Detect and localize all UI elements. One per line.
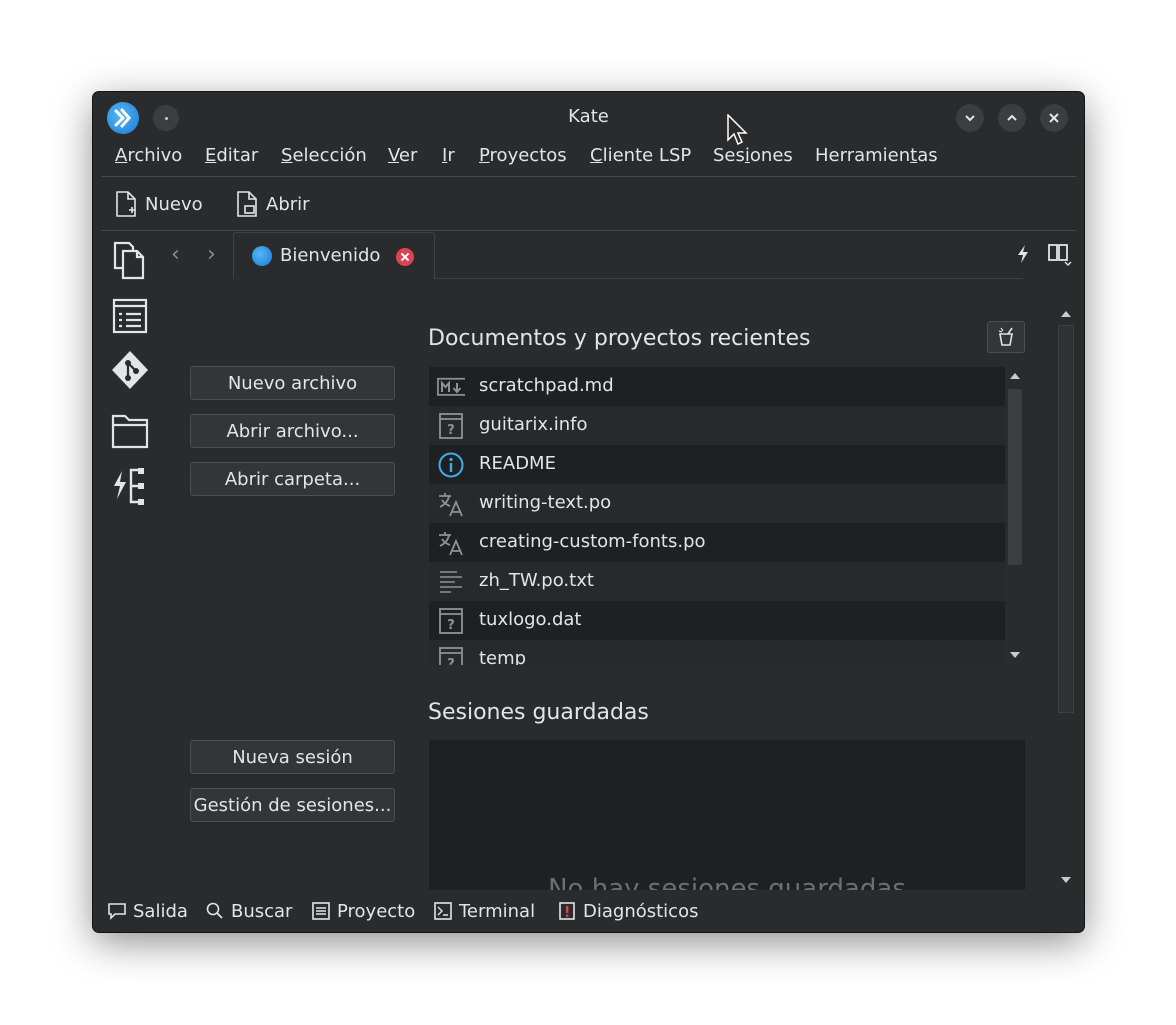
symbol-list-icon[interactable]	[111, 297, 149, 337]
chat-icon	[108, 903, 126, 920]
open-document-button[interactable]: Abrir	[236, 188, 310, 220]
scroll-up-icon[interactable]	[1060, 310, 1072, 318]
warning-icon	[559, 902, 575, 920]
project-tab[interactable]: Proyecto	[311, 898, 415, 924]
text-file-icon	[440, 571, 462, 593]
search-icon	[206, 902, 223, 919]
new-document-button[interactable]: Nuevo	[115, 188, 203, 220]
translation-icon	[439, 493, 463, 517]
menu-separator	[101, 176, 1076, 177]
unknown-file-icon: ?	[439, 647, 463, 665]
list-item[interactable]: zh_TW.po.txt	[429, 562, 1005, 601]
output-tab[interactable]: Salida	[107, 898, 188, 924]
clear-recent-button[interactable]	[987, 321, 1025, 353]
svg-text:?: ?	[447, 423, 455, 438]
unknown-file-icon: ?	[439, 608, 463, 634]
tab-bienvenido[interactable]: Bienvenido	[233, 232, 435, 279]
title-bar[interactable]: Kate	[93, 92, 1084, 142]
minimize-button[interactable]	[956, 104, 984, 132]
maximize-button[interactable]	[998, 104, 1026, 132]
new-session-button[interactable]: Nueva sesión	[190, 740, 395, 774]
recent-documents-title: Documentos y proyectos recientes	[428, 326, 811, 351]
search-tab[interactable]: Buscar	[205, 898, 292, 924]
open-folder-button[interactable]: Abrir carpeta...	[190, 462, 395, 496]
new-document-label: Nuevo	[145, 193, 203, 215]
kate-tab-icon	[252, 246, 272, 266]
git-icon[interactable]	[111, 350, 149, 390]
kate-window: Kate Archivo Editar Selección Ver Ir Pro…	[93, 92, 1084, 932]
diagnostics-tab[interactable]: Diagnósticos	[557, 898, 698, 924]
saved-sessions-list[interactable]: No hay sesiones guardadas	[429, 740, 1025, 890]
menu-cliente-lsp[interactable]: Cliente LSP	[590, 145, 691, 166]
menu-editar[interactable]: Editar	[205, 145, 258, 166]
scroll-handle[interactable]	[1008, 389, 1022, 565]
svg-text:?: ?	[447, 618, 455, 633]
open-document-icon	[237, 191, 257, 217]
close-button[interactable]	[1040, 104, 1068, 132]
info-icon	[438, 452, 464, 478]
menu-archivo[interactable]: Archivo	[115, 145, 182, 166]
list-item[interactable]: writing-text.po	[429, 484, 1005, 523]
recent-list-scrollbar[interactable]	[1005, 367, 1025, 665]
saved-sessions-title: Sesiones guardadas	[428, 700, 649, 725]
menu-ver[interactable]: Ver	[388, 145, 417, 166]
window-title: Kate	[568, 106, 609, 127]
back-arrow-icon[interactable]: ‹	[171, 242, 180, 267]
scroll-down-icon[interactable]	[1009, 651, 1021, 659]
folder-icon[interactable]	[111, 410, 149, 450]
scroll-handle[interactable]	[1058, 325, 1074, 713]
list-item[interactable]: scratchpad.md	[429, 367, 1005, 406]
toolbar-separator	[101, 230, 1076, 231]
list-item[interactable]: creating-custom-fonts.po	[429, 523, 1005, 562]
list-item[interactable]: ? temp	[429, 640, 1005, 665]
welcome-scrollbar[interactable]	[1056, 305, 1076, 891]
new-file-button[interactable]: Nuevo archivo	[190, 366, 395, 400]
documents-icon[interactable]	[111, 240, 149, 280]
external-tools-icon[interactable]	[111, 466, 149, 506]
unknown-file-icon: ?	[439, 413, 463, 439]
new-document-icon	[116, 191, 136, 217]
manage-sessions-button[interactable]: Gestión de sesiones...	[190, 788, 395, 822]
split-view-icon[interactable]	[1047, 242, 1073, 266]
close-tab-icon[interactable]	[396, 248, 414, 266]
menu-seleccion[interactable]: Selección	[281, 145, 367, 166]
recent-documents-list[interactable]: scratchpad.md ? guitarix.info README wri…	[429, 367, 1025, 665]
empty-sessions-message: No hay sesiones guardadas	[548, 874, 906, 890]
forward-arrow-icon[interactable]: ›	[207, 242, 216, 267]
clear-history-icon	[998, 327, 1013, 346]
translation-icon	[439, 532, 463, 556]
list-item[interactable]: README	[429, 445, 1005, 484]
scroll-down-icon[interactable]	[1060, 876, 1072, 884]
terminal-icon	[434, 902, 452, 920]
menu-sesiones[interactable]: Sesiones	[713, 145, 793, 166]
project-icon	[312, 902, 330, 920]
mouse-cursor-icon	[727, 114, 748, 146]
svg-text:?: ?	[447, 657, 455, 665]
menu-herramientas[interactable]: Herramientas	[815, 145, 938, 166]
menu-proyectos[interactable]: Proyectos	[479, 145, 567, 166]
markdown-icon	[437, 377, 465, 396]
menu-ir[interactable]: Ir	[442, 145, 455, 166]
list-item[interactable]: ? tuxlogo.dat	[429, 601, 1005, 640]
scroll-up-icon[interactable]	[1009, 372, 1021, 380]
open-file-button[interactable]: Abrir archivo...	[190, 414, 395, 448]
tab-label: Bienvenido	[280, 245, 381, 266]
list-item[interactable]: ? guitarix.info	[429, 406, 1005, 445]
quick-open-icon[interactable]	[1016, 244, 1030, 264]
terminal-tab[interactable]: Terminal	[433, 898, 535, 924]
open-document-label: Abrir	[266, 193, 310, 215]
